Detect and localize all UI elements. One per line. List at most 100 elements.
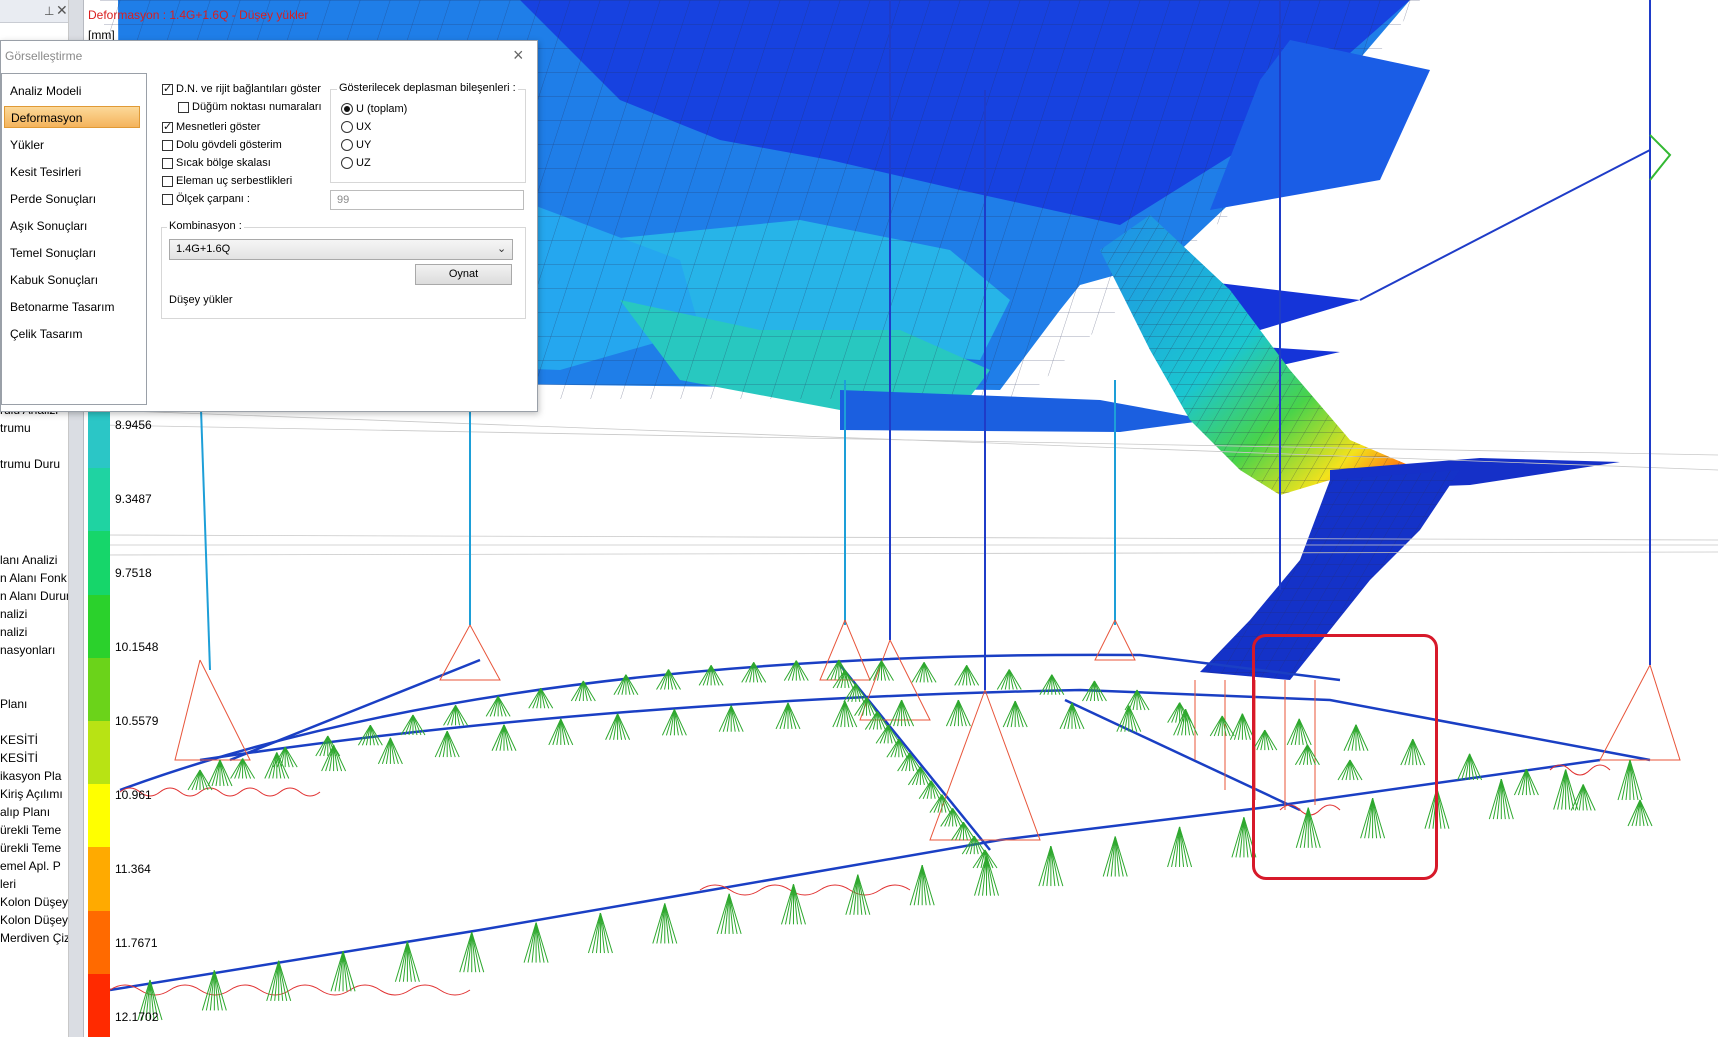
- scale-factor-input[interactable]: [330, 190, 524, 210]
- tree-item[interactable]: ürekli Teme: [0, 841, 61, 855]
- tree-item[interactable]: trumu Duru: [0, 457, 60, 471]
- highlight-box: [1252, 634, 1438, 880]
- nav-analiz-modeli[interactable]: Analiz Modeli: [10, 84, 81, 98]
- tree-item[interactable]: Planı: [0, 697, 27, 711]
- checkbox-label: Mesnetleri göster: [176, 121, 261, 133]
- checkbox-label: D.N. ve rijit bağlantıları göster: [176, 83, 321, 95]
- tree-item[interactable]: nalizi: [0, 607, 27, 621]
- tree-item[interactable]: ikasyon Pla: [0, 769, 61, 783]
- checkbox-label: Dolu gövdeli gösterim: [176, 139, 282, 151]
- checkbox-box[interactable]: [162, 82, 173, 95]
- spring-line: [1629, 759, 1639, 801]
- spring-line: [268, 752, 278, 779]
- spring-line: [673, 709, 683, 736]
- spring-line: [844, 700, 854, 728]
- spring-line: [1243, 817, 1253, 858]
- nav-betonarme-tasarim[interactable]: Betonarme Tasarım: [10, 300, 115, 314]
- checkbox-label: Ölçek çarpanı :: [176, 193, 250, 205]
- tree-item[interactable]: ürekli Teme: [0, 823, 61, 837]
- legend-label: 9.7518: [115, 566, 152, 580]
- node-numbers-checkbox[interactable]: Düğüm noktası numaraları: [178, 101, 322, 113]
- nav-perde-sonuclari[interactable]: Perde Sonuçları: [10, 192, 96, 206]
- tree-item[interactable]: leri: [0, 877, 16, 891]
- spring-line: [1014, 700, 1024, 728]
- play-button[interactable]: Oynat: [415, 264, 512, 285]
- spring-line: [1235, 817, 1245, 858]
- checkbox-box[interactable]: [162, 139, 173, 151]
- radio-ux[interactable]: UX: [341, 121, 371, 133]
- legend-swatch: [88, 594, 110, 659]
- spring-line: [1582, 784, 1592, 811]
- spring-line: [497, 696, 507, 717]
- tree-item[interactable]: Kiriş Açılımı: [0, 787, 63, 801]
- nav-deformasyon[interactable]: Deformasyon: [4, 106, 140, 128]
- nav-kesit-tesirleri[interactable]: Kesit Tesirleri: [10, 165, 81, 179]
- legend-swatch: [88, 405, 110, 469]
- checkbox-box[interactable]: [178, 101, 189, 113]
- chevron-down-icon[interactable]: ⌄: [497, 242, 506, 255]
- tree-item[interactable]: lanı Analizi: [0, 553, 57, 567]
- nav-yukler[interactable]: Yükler: [10, 138, 44, 152]
- legend-swatch: [88, 784, 110, 848]
- pin-icon[interactable]: ⊥: [44, 4, 54, 18]
- dialog-title: Görselleştirme: [5, 49, 83, 63]
- spring-line: [1171, 702, 1181, 723]
- dialog-close-button[interactable]: ×: [513, 45, 524, 66]
- radio-dot[interactable]: [341, 157, 353, 169]
- tree-item[interactable]: trumu: [0, 421, 31, 435]
- tree-item[interactable]: n Alanı Fonk: [0, 571, 67, 585]
- tree-item[interactable]: nalizi: [0, 625, 27, 639]
- spring-line: [779, 702, 789, 730]
- scale-factor-checkbox[interactable]: Ölçek çarpanı :: [162, 193, 250, 205]
- radio-dot[interactable]: [341, 103, 353, 115]
- show-links-checkbox[interactable]: D.N. ve rijit bağlantıları göster: [162, 82, 321, 95]
- tree-item[interactable]: Merdiven Çiz: [0, 931, 68, 945]
- spring-line: [958, 665, 968, 686]
- nav-temel-sonuclari[interactable]: Temel Sonuçları: [10, 246, 96, 260]
- checkbox-box[interactable]: [162, 120, 173, 133]
- nav-kabuk-sonuclari[interactable]: Kabuk Sonuçları: [10, 273, 98, 287]
- end-releases-checkbox[interactable]: Eleman uç serbestlikleri: [162, 175, 292, 187]
- tree-item[interactable]: emel Apl. P: [0, 859, 61, 873]
- radio-u-total[interactable]: U (toplam): [341, 103, 407, 115]
- color-legend: [88, 405, 110, 1037]
- spring-line: [913, 865, 923, 906]
- spring-line: [1639, 799, 1649, 827]
- checkbox-box[interactable]: [162, 175, 173, 187]
- spring-line: [660, 669, 669, 690]
- nav-celik-tasarim[interactable]: Çelik Tasarım: [10, 327, 82, 341]
- combination-select[interactable]: 1.4G+1.6Q: [169, 239, 513, 260]
- tree-item[interactable]: alıp Planı: [0, 805, 50, 819]
- heat-scale-checkbox[interactable]: Sıcak bölge skalası: [162, 157, 271, 169]
- radio-uy[interactable]: UY: [341, 139, 371, 151]
- tree-item[interactable]: Kolon Düşey: [0, 913, 68, 927]
- tree-item[interactable]: n Alanı Durumu: [0, 589, 68, 603]
- spring-line: [334, 951, 344, 992]
- radio-uz[interactable]: UZ: [341, 157, 371, 169]
- spring-line: [319, 735, 329, 757]
- spring-line: [1171, 826, 1181, 868]
- spring-line: [1213, 715, 1223, 737]
- show-supports-checkbox[interactable]: Mesnetleri göster: [162, 120, 261, 133]
- radio-dot[interactable]: [341, 139, 353, 151]
- radio-label: UY: [356, 139, 372, 151]
- spring-line: [1500, 779, 1510, 820]
- checkbox-box[interactable]: [162, 157, 173, 169]
- radio-dot[interactable]: [341, 121, 353, 133]
- tree-item[interactable]: KESİTİ: [0, 733, 38, 747]
- spring-line: [702, 665, 712, 686]
- tree-item[interactable]: KESİTİ: [0, 751, 38, 765]
- legend-swatch: [88, 973, 110, 1037]
- nav-asik-sonuclari[interactable]: Aşık Sonuçları: [10, 219, 87, 233]
- spring-line: [342, 951, 352, 992]
- spring-line: [1469, 753, 1479, 781]
- spring-line: [398, 941, 408, 982]
- spring-line: [1631, 799, 1641, 827]
- close-icon[interactable]: ✕: [56, 2, 68, 19]
- tree-item[interactable]: Kolon Düşey: [0, 895, 68, 909]
- support-links: [174, 619, 1681, 841]
- tree-item[interactable]: nasyonları: [0, 643, 55, 657]
- spring-line: [873, 660, 882, 681]
- checkbox-box[interactable]: [162, 193, 173, 205]
- solid-display-checkbox[interactable]: Dolu gövdeli gösterim: [162, 139, 282, 151]
